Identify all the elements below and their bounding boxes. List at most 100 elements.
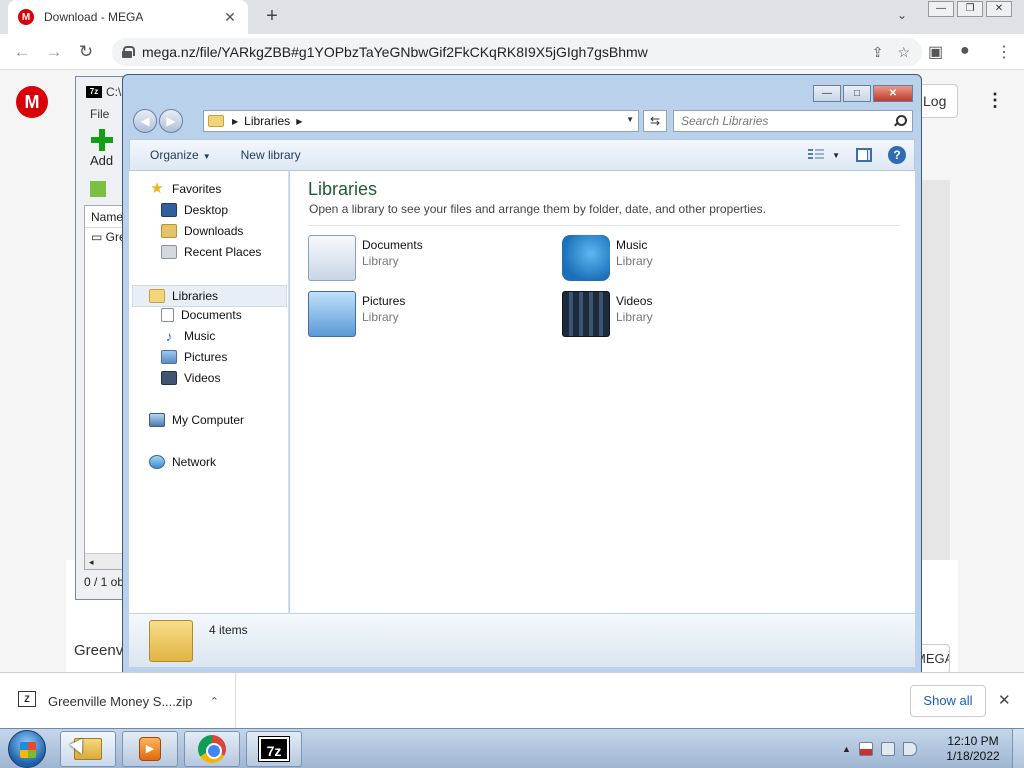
nav-label: Downloads [184, 224, 244, 238]
explorer-forward-icon[interactable]: ▶ [159, 109, 183, 133]
taskbar-explorer[interactable] [60, 731, 116, 767]
nav-documents[interactable]: Documents [161, 308, 242, 322]
nav-videos[interactable]: Videos [161, 371, 220, 385]
recent-places-icon [161, 245, 177, 259]
chevron-up-icon[interactable]: ⌃ [210, 695, 219, 708]
chrome-icon [198, 735, 226, 763]
nav-favorites[interactable]: ★ Favorites [149, 181, 221, 197]
forward-arrow-icon[interactable]: → [44, 42, 64, 62]
chevron-down-icon: ▼ [202, 152, 211, 161]
nav-downloads[interactable]: Downloads [161, 224, 243, 238]
library-item-videos[interactable]: Videos Library [562, 289, 802, 339]
change-view-button[interactable]: ▼ [808, 148, 840, 162]
volume-icon[interactable] [902, 742, 917, 756]
search-icon[interactable] [892, 114, 907, 128]
nav-label: Favorites [172, 182, 222, 196]
system-clock[interactable]: 12:10 PM 1/18/2022 [942, 734, 1004, 764]
back-arrow-icon[interactable]: ← [12, 42, 32, 62]
chrome-tab-mega[interactable]: M Download - MEGA ✕ [8, 0, 248, 34]
restore-button[interactable]: ❐ [957, 1, 983, 17]
library-item-pictures[interactable]: Pictures Library [308, 289, 548, 339]
refresh-icon[interactable]: ⇆ [643, 110, 667, 132]
computer-icon [149, 413, 165, 427]
help-icon[interactable]: ? [888, 146, 906, 164]
preview-pane-icon[interactable] [856, 148, 872, 162]
command-bar-right: ▼ ? [808, 146, 906, 164]
list-item[interactable]: ▭ Gre [85, 228, 127, 246]
action-center-flag-icon[interactable] [858, 742, 873, 756]
sevenzip-add-button[interactable]: Add [90, 129, 113, 168]
share-icon[interactable]: ⇪ [872, 44, 884, 61]
breadcrumb-libraries[interactable]: Libraries [244, 114, 290, 128]
nav-libraries[interactable]: Libraries [132, 285, 287, 307]
nav-my-computer[interactable]: My Computer [149, 413, 244, 427]
search-input[interactable] [681, 114, 892, 128]
explorer-close-button[interactable]: ✕ [873, 85, 913, 102]
breadcrumb-arrow-icon[interactable]: ▶ [296, 117, 302, 126]
download-item[interactable]: Z Greenville Money S....zip ⌃ [0, 673, 236, 729]
side-panel-icon[interactable]: ▣ [928, 42, 943, 62]
column-header-name[interactable]: Name [85, 206, 127, 228]
organize-button[interactable]: Organize ▼ [130, 148, 225, 162]
start-button[interactable] [8, 730, 46, 768]
nav-network[interactable]: Network [149, 455, 216, 469]
nav-label: Music [184, 329, 216, 343]
search-box[interactable] [673, 110, 913, 132]
taskbar-7zip[interactable]: 7z [246, 731, 302, 767]
documents-icon [161, 308, 174, 322]
address-dropdown-icon[interactable]: ▼ [626, 115, 634, 124]
breadcrumb-arrow-icon[interactable]: ▶ [232, 117, 238, 126]
url-text[interactable]: mega.nz/file/YARkgZBB#g1YOPbzTaYeGNbwGif… [142, 44, 872, 60]
explorer-maximize-button[interactable]: □ [843, 85, 871, 102]
tab-title: Download - MEGA [44, 10, 144, 24]
library-item-documents[interactable]: Documents Library [308, 233, 548, 283]
nav-desktop[interactable]: Desktop [161, 203, 228, 217]
new-library-button[interactable]: New library [225, 148, 315, 162]
nav-pictures[interactable]: Pictures [161, 350, 227, 364]
explorer-minimize-button[interactable]: — [813, 85, 841, 102]
organize-label: Organize [150, 148, 199, 162]
close-button[interactable]: ✕ [986, 1, 1012, 17]
taskbar-chrome[interactable] [184, 731, 240, 767]
page-menu-icon[interactable]: ⋮ [986, 90, 1004, 111]
libraries-icon [149, 289, 165, 303]
explorer-window[interactable]: — □ ✕ ◀ ▶ ▶ Libraries ▶ ▼ ⇆ Organize▼ Ne… [122, 74, 922, 674]
music-library-icon [562, 235, 610, 281]
breadcrumb[interactable]: ▶ Libraries ▶ ▼ [203, 110, 639, 132]
show-all-button[interactable]: Show all [910, 685, 986, 717]
minimize-button[interactable]: — [928, 1, 954, 17]
nav-label: Network [172, 455, 217, 469]
bookmark-star-icon[interactable]: ☆ [897, 44, 910, 61]
add-label: Add [90, 153, 114, 168]
lock-icon[interactable] [122, 46, 135, 58]
network-tray-icon[interactable] [880, 742, 895, 756]
windows-taskbar: ▶ 7z ▲ 12:10 PM 1/18/2022 [0, 728, 1024, 768]
media-player-icon: ▶ [139, 737, 161, 761]
explorer-address-bar: ◀ ▶ ▶ Libraries ▶ ▼ ⇆ [131, 107, 915, 135]
library-item-music[interactable]: Music Library [562, 233, 802, 283]
chrome-menu-icon[interactable]: ⋮ [996, 42, 1012, 62]
music-note-icon: ♪ [165, 328, 173, 344]
explorer-window-controls: — □ ✕ [811, 85, 913, 102]
mega-favicon-icon: M [18, 9, 34, 25]
item-count: 4 items [209, 623, 248, 637]
tab-close-icon[interactable]: ✕ [222, 9, 238, 26]
tab-search-chevron-icon[interactable]: ⌄ [897, 8, 907, 22]
tray-expand-icon[interactable]: ▲ [842, 744, 851, 754]
nav-label: Pictures [184, 350, 228, 364]
explorer-back-icon[interactable]: ◀ [133, 109, 157, 133]
address-bar[interactable]: mega.nz/file/YARkgZBB#g1YOPbzTaYeGNbwGif… [112, 38, 922, 66]
folder-up-icon[interactable] [90, 181, 106, 197]
new-tab-button[interactable]: + [260, 4, 284, 28]
libraries-small-icon [208, 115, 224, 127]
profile-avatar-icon[interactable]: ● [960, 42, 970, 60]
show-desktop-button[interactable] [1012, 729, 1024, 768]
taskbar-media-player[interactable]: ▶ [122, 731, 178, 767]
close-shelf-icon[interactable]: ✕ [998, 691, 1011, 709]
nav-music[interactable]: ♪ Music [161, 328, 216, 344]
details-pane: 4 items [129, 613, 915, 667]
nav-recent-places[interactable]: Recent Places [161, 245, 261, 259]
reload-icon[interactable]: ↻ [76, 42, 96, 62]
mega-logo[interactable]: M [16, 86, 48, 118]
library-name: Documents [362, 238, 423, 252]
